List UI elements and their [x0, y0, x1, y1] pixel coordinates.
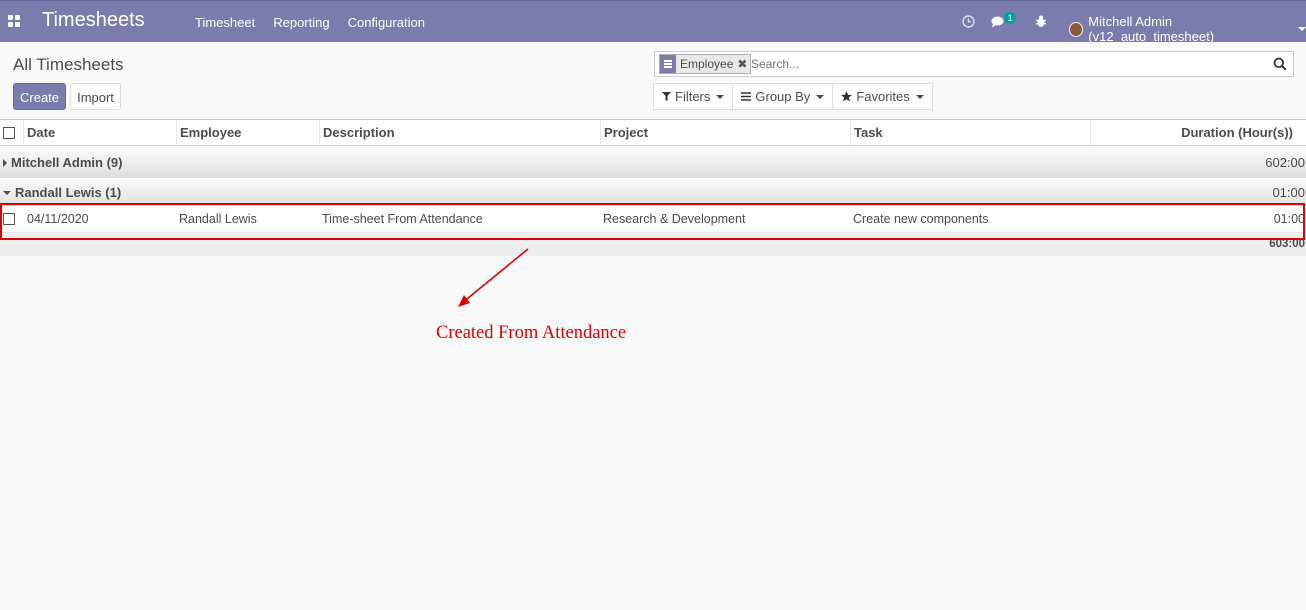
- star-icon: [841, 91, 853, 102]
- user-name: Mitchell Admin (v12_auto_timesheet): [1088, 14, 1215, 44]
- main-menu: Timesheet Reporting Configuration: [195, 15, 443, 30]
- group-label: Mitchell Admin (9): [3, 148, 122, 178]
- search-facet-employee[interactable]: Employee ✖: [659, 54, 752, 74]
- facet-close-icon[interactable]: ✖: [737, 55, 750, 73]
- import-button[interactable]: Import: [70, 83, 121, 110]
- filter-icon: [662, 92, 671, 101]
- activity-clock-icon[interactable]: [962, 15, 975, 28]
- column-date[interactable]: Date: [23, 120, 176, 145]
- favorites-dropdown[interactable]: Favorites: [832, 83, 933, 110]
- favorites-label: Favorites: [856, 89, 910, 104]
- group-row-mitchell-admin[interactable]: Mitchell Admin (9) 602:00: [0, 148, 1306, 178]
- search-icon[interactable]: [1273, 57, 1287, 71]
- chat-badge: 1: [1004, 12, 1016, 24]
- group-by-dropdown[interactable]: Group By: [732, 83, 834, 110]
- annotation-arrow-icon: [458, 248, 529, 307]
- user-menu[interactable]: Mitchell Admin (v12_auto_timesheet): [1069, 14, 1306, 44]
- menu-timesheet[interactable]: Timesheet: [195, 15, 255, 30]
- group-by-facet-icon: [660, 55, 676, 73]
- column-task[interactable]: Task: [850, 120, 1090, 145]
- column-description[interactable]: Description: [319, 120, 600, 145]
- annotation-highlight-box: [0, 203, 1305, 240]
- top-navbar: Timesheets Timesheet Reporting Configura…: [0, 0, 1306, 44]
- annotation-text: Created From Attendance: [436, 323, 627, 343]
- app-title: Timesheets: [42, 9, 145, 31]
- chevron-down-icon: [915, 94, 924, 99]
- filters-label: Filters: [675, 89, 711, 104]
- caret-right-icon: [3, 159, 7, 167]
- page-title: All Timesheets: [13, 55, 124, 74]
- user-avatar: [1069, 21, 1084, 37]
- user-menu-caret-icon: [1298, 27, 1306, 31]
- search-box[interactable]: Employee ✖: [654, 51, 1294, 77]
- table-header: Date Employee Description Project Task D…: [0, 119, 1306, 146]
- filters-dropdown[interactable]: Filters: [653, 83, 734, 110]
- create-button[interactable]: Create: [13, 83, 66, 110]
- caret-down-icon: [3, 191, 11, 195]
- group-by-label: Group By: [755, 89, 811, 104]
- menu-reporting[interactable]: Reporting: [273, 15, 329, 30]
- search-options-bar: Filters Group By Favorites: [653, 83, 933, 110]
- search-input[interactable]: [751, 55, 1251, 73]
- select-all-checkbox[interactable]: [3, 127, 15, 139]
- menu-configuration[interactable]: Configuration: [348, 15, 425, 30]
- group-total: 602:00: [1265, 155, 1305, 170]
- group-name: Mitchell Admin (9): [11, 155, 123, 170]
- column-employee[interactable]: Employee: [176, 120, 319, 145]
- column-project[interactable]: Project: [600, 120, 850, 145]
- column-duration[interactable]: Duration (Hour(s)): [1090, 120, 1306, 145]
- chevron-down-icon: [816, 94, 825, 99]
- chevron-down-icon: [716, 94, 725, 99]
- group-by-bars-icon: [741, 92, 752, 101]
- apps-menu-icon[interactable]: [8, 15, 20, 27]
- facet-label: Employee: [680, 57, 734, 71]
- debug-bug-icon[interactable]: [1035, 15, 1047, 28]
